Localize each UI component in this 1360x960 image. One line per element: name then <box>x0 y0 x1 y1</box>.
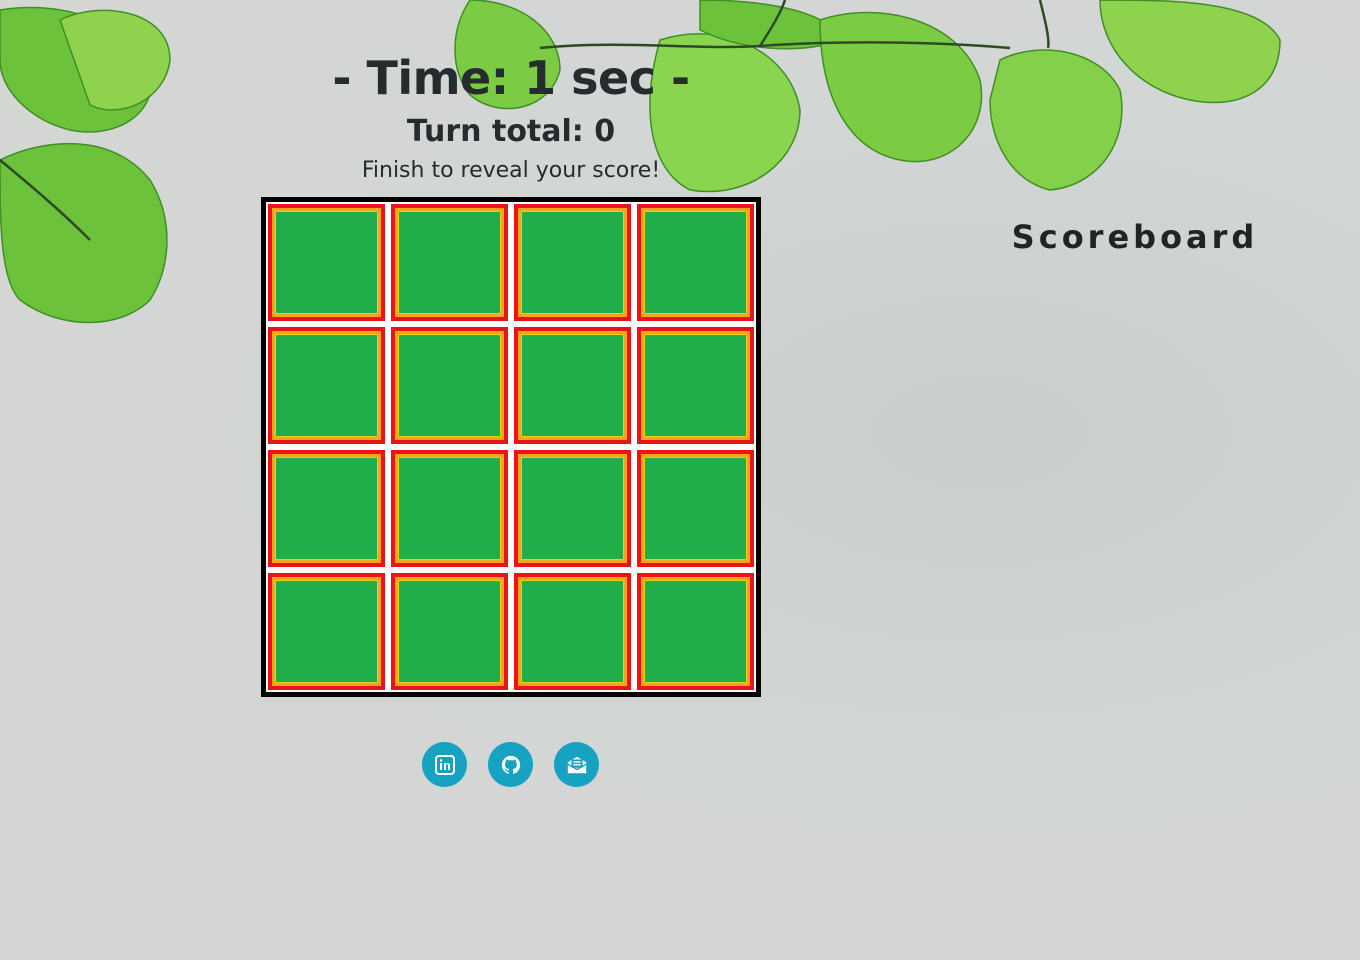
memory-card[interactable] <box>268 450 385 567</box>
game-board <box>261 197 761 697</box>
card-back <box>521 211 624 314</box>
email-link[interactable] <box>554 742 599 787</box>
memory-card[interactable] <box>391 450 508 567</box>
card-back <box>398 457 501 560</box>
card-back <box>275 457 378 560</box>
card-back-border <box>395 577 504 686</box>
card-back <box>275 211 378 314</box>
card-grid <box>266 202 756 692</box>
card-back <box>521 580 624 683</box>
card-back <box>644 457 747 560</box>
memory-card[interactable] <box>514 573 631 690</box>
finish-message: Finish to reveal your score! <box>361 158 661 183</box>
memory-card[interactable] <box>391 327 508 444</box>
card-back-border <box>395 331 504 440</box>
card-back <box>275 580 378 683</box>
mail-icon <box>566 756 587 773</box>
memory-card[interactable] <box>514 450 631 567</box>
card-back-border <box>641 577 750 686</box>
memory-card[interactable] <box>637 450 754 567</box>
card-back <box>521 334 624 437</box>
card-back <box>275 334 378 437</box>
memory-card[interactable] <box>637 204 754 321</box>
card-back-border <box>272 454 381 563</box>
game-header: - Time: 1 sec - Turn total: 0 Finish to … <box>261 48 761 186</box>
card-back-border <box>272 331 381 440</box>
memory-card[interactable] <box>268 327 385 444</box>
timer-display: - Time: 1 sec - <box>332 51 690 105</box>
card-back-border <box>395 454 504 563</box>
card-back <box>644 334 747 437</box>
card-back <box>398 334 501 437</box>
memory-card[interactable] <box>514 327 631 444</box>
turn-counter: Turn total: 0 <box>406 114 616 149</box>
memory-card[interactable] <box>391 573 508 690</box>
social-links <box>422 742 599 787</box>
card-back <box>644 211 747 314</box>
card-back-border <box>272 577 381 686</box>
scoreboard-panel: Scoreboard <box>1000 216 1270 258</box>
memory-card[interactable] <box>514 204 631 321</box>
card-back <box>644 580 747 683</box>
memory-card[interactable] <box>637 327 754 444</box>
linkedin-icon <box>434 754 455 775</box>
linkedin-link[interactable] <box>422 742 467 787</box>
github-icon <box>501 755 520 774</box>
github-link[interactable] <box>488 742 533 787</box>
memory-card[interactable] <box>637 573 754 690</box>
card-back <box>398 580 501 683</box>
memory-card[interactable] <box>268 204 385 321</box>
card-back-border <box>641 208 750 317</box>
card-back-border <box>518 577 627 686</box>
card-back-border <box>272 208 381 317</box>
card-back <box>521 457 624 560</box>
memory-card[interactable] <box>268 573 385 690</box>
card-back-border <box>641 454 750 563</box>
card-back-border <box>518 331 627 440</box>
card-back-border <box>641 331 750 440</box>
card-back-border <box>518 208 627 317</box>
card-back-border <box>518 454 627 563</box>
memory-card[interactable] <box>391 204 508 321</box>
scoreboard-title: Scoreboard <box>1011 218 1259 256</box>
card-back <box>398 211 501 314</box>
card-back-border <box>395 208 504 317</box>
